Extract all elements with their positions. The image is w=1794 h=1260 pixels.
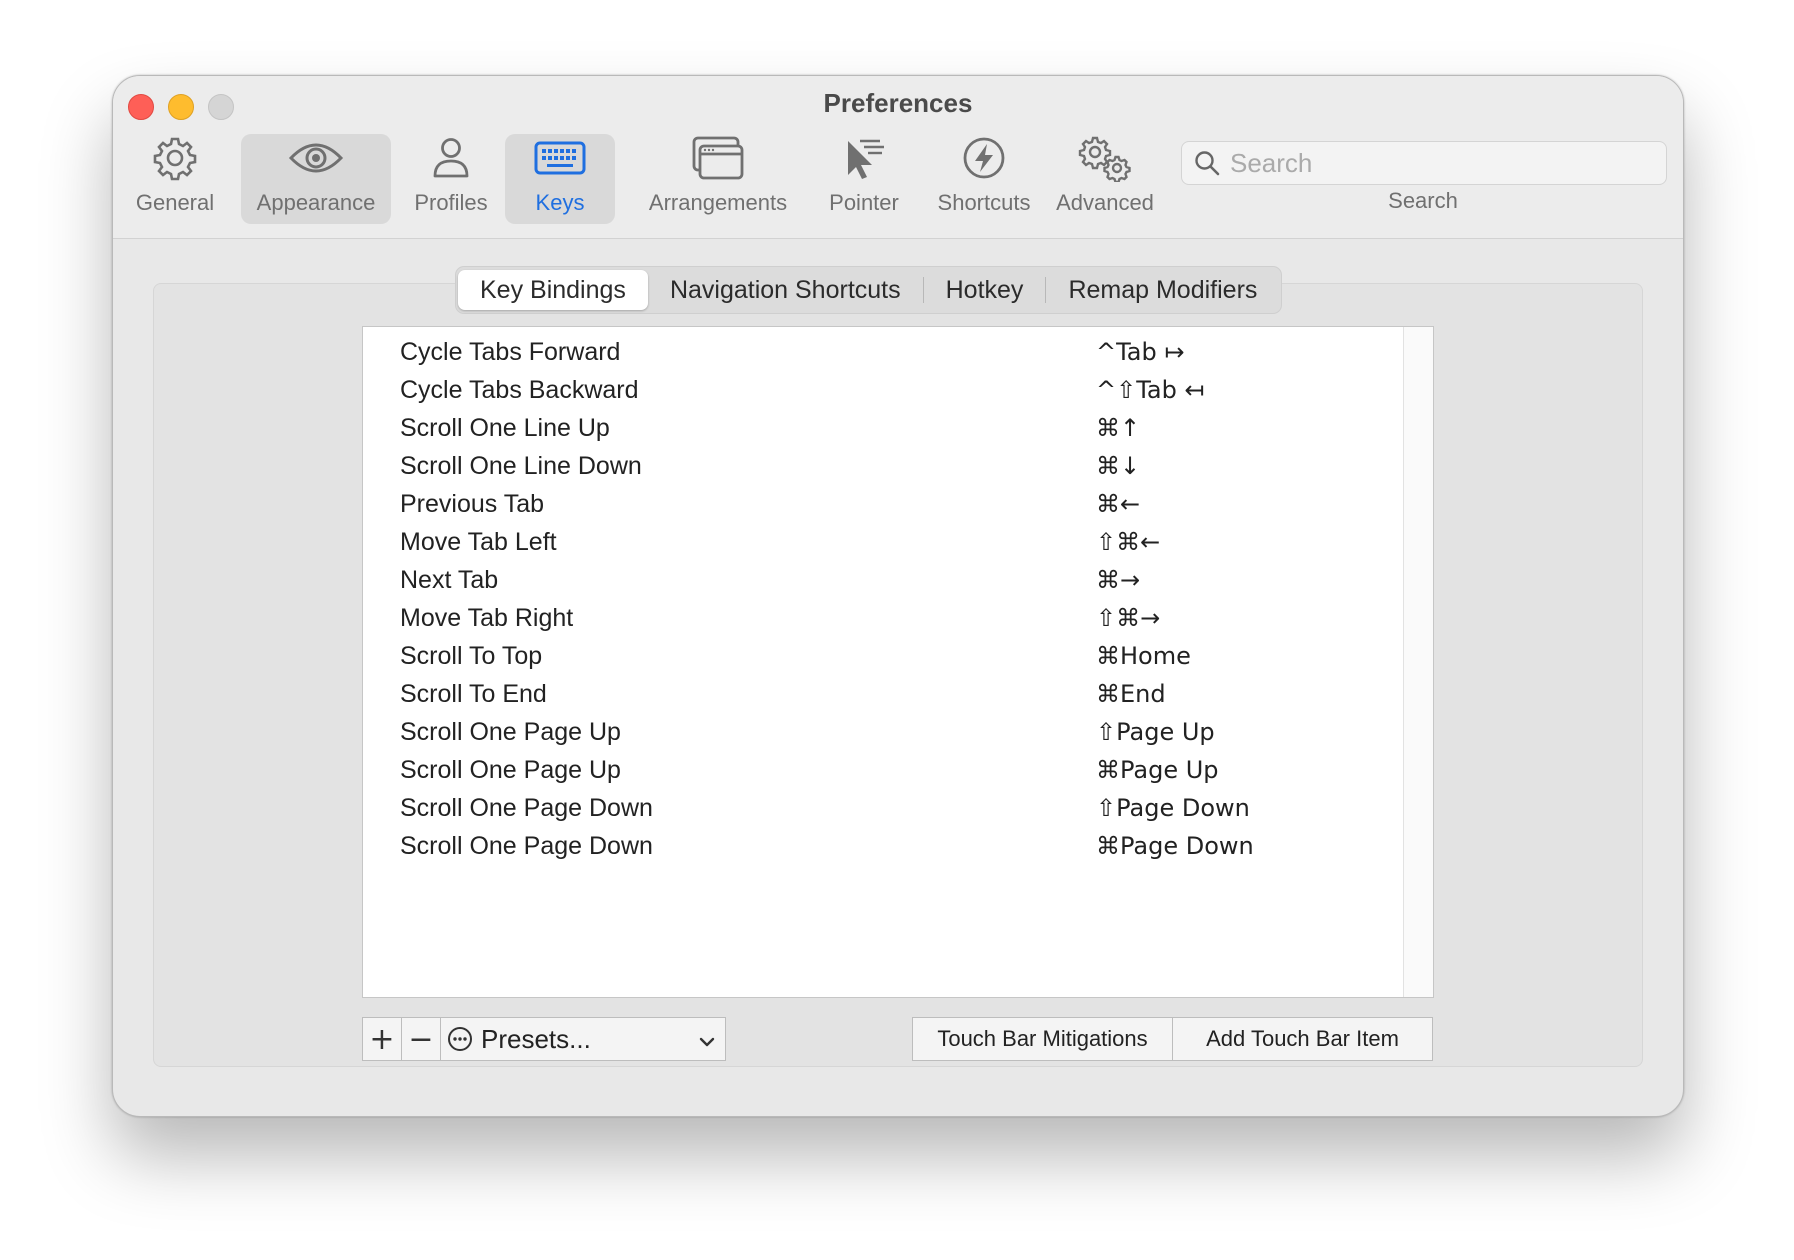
chevron-down-icon <box>697 1028 717 1059</box>
binding-keys: ⌘Page Up <box>1096 756 1219 784</box>
binding-keys: ⇧Page Up <box>1096 718 1215 746</box>
table-row[interactable]: Move Tab Left ⇧⌘← <box>363 523 1403 561</box>
toolbar-pointer-label: Pointer <box>829 190 899 215</box>
table-row[interactable]: Scroll One Page Down ⇧Page Down <box>363 789 1403 827</box>
binding-controls: + − Presets... <box>362 1017 726 1061</box>
remove-binding-button[interactable]: − <box>402 1018 441 1060</box>
binding-keys: ⇧⌘→ <box>1096 604 1161 632</box>
toolbar-profiles[interactable]: Profiles <box>407 134 495 224</box>
binding-action: Previous Tab <box>400 489 545 518</box>
window-title: Preferences <box>823 88 973 118</box>
add-touch-bar-item-button[interactable]: Add Touch Bar Item <box>1173 1018 1432 1060</box>
table-row[interactable]: Scroll To End ⌘End <box>363 675 1403 713</box>
toolbar-keys[interactable]: Keys <box>505 134 615 224</box>
table-row[interactable]: Scroll One Page Up ⇧Page Up <box>363 713 1403 751</box>
eye-icon <box>288 134 344 182</box>
binding-keys: ^⇧Tab ↤ <box>1096 376 1205 404</box>
pointer-icon <box>840 134 888 182</box>
toolbar-shortcuts-label: Shortcuts <box>937 190 1031 215</box>
binding-keys: ⌘← <box>1096 490 1141 518</box>
binding-keys: ^Tab ↦ <box>1096 338 1185 366</box>
binding-action: Scroll One Page Down <box>400 831 653 860</box>
tab-hotkey[interactable]: Hotkey <box>924 270 1046 310</box>
binding-keys: ⇧Page Down <box>1096 794 1250 822</box>
lightning-icon <box>962 134 1006 182</box>
table-row[interactable]: Scroll One Page Up ⌘Page Up <box>363 751 1403 789</box>
keyboard-icon <box>534 134 586 182</box>
binding-keys: ⌘↓ <box>1096 452 1141 480</box>
toolbar-keys-label: Keys <box>535 190 585 215</box>
tab-bar: Key Bindings Navigation Shortcuts Hotkey… <box>455 266 1283 314</box>
binding-action: Scroll One Page Up <box>400 717 621 746</box>
table-row[interactable]: Next Tab ⌘→ <box>363 561 1403 599</box>
tab-navigation-shortcuts[interactable]: Navigation Shortcuts <box>648 270 923 310</box>
table-scrollbar[interactable] <box>1403 327 1433 997</box>
toolbar-arrangements-label: Arrangements <box>648 190 788 215</box>
tab-remap-modifiers[interactable]: Remap Modifiers <box>1046 270 1279 310</box>
table-row[interactable]: Cycle Tabs Forward ^Tab ↦ <box>363 333 1403 371</box>
search-field[interactable] <box>1181 141 1667 185</box>
binding-action: Scroll One Page Down <box>400 793 653 822</box>
key-bindings-list: Cycle Tabs Forward ^Tab ↦ Cycle Tabs Back… <box>363 327 1403 997</box>
search-caption: Search <box>1388 188 1458 213</box>
title-bar: Preferences General Appearance Profiles … <box>113 76 1683 239</box>
binding-keys: ⌘Page Down <box>1096 832 1254 860</box>
binding-keys: ⇧⌘← <box>1096 528 1161 556</box>
toolbar-general-label: General <box>135 190 215 215</box>
gear-icon <box>152 134 198 182</box>
toolbar-appearance-label: Appearance <box>256 190 376 215</box>
binding-action: Scroll One Line Down <box>400 451 642 480</box>
binding-action: Cycle Tabs Backward <box>400 375 639 404</box>
toolbar-advanced[interactable]: Advanced <box>1045 134 1165 224</box>
table-row[interactable]: Scroll One Line Up ⌘↑ <box>363 409 1403 447</box>
binding-keys: ⌘↑ <box>1096 414 1141 442</box>
search-input[interactable] <box>1228 146 1632 180</box>
binding-action: Scroll One Page Up <box>400 755 621 784</box>
search-icon <box>1194 150 1220 176</box>
toolbar-appearance[interactable]: Appearance <box>241 134 391 224</box>
presets-label: Presets... <box>481 1023 591 1054</box>
binding-action: Scroll To Top <box>400 641 543 670</box>
binding-action: Move Tab Left <box>400 527 557 556</box>
binding-keys: ⌘→ <box>1096 566 1141 594</box>
binding-action: Move Tab Right <box>400 603 574 632</box>
person-icon <box>431 134 471 182</box>
touch-bar-controls: Touch Bar Mitigations Add Touch Bar Item <box>912 1017 1433 1061</box>
table-row[interactable]: Scroll One Page Down ⌘Page Down <box>363 827 1403 865</box>
binding-action: Scroll One Line Up <box>400 413 610 442</box>
table-row[interactable]: Move Tab Right ⇧⌘→ <box>363 599 1403 637</box>
toolbar-pointer[interactable]: Pointer <box>811 134 917 224</box>
binding-keys: ⌘End <box>1096 680 1166 708</box>
toolbar-advanced-label: Advanced <box>1056 190 1154 215</box>
key-bindings-table: Cycle Tabs Forward ^Tab ↦ Cycle Tabs Back… <box>362 326 1434 998</box>
touch-bar-mitigations-button[interactable]: Touch Bar Mitigations <box>913 1018 1173 1060</box>
windows-icon <box>692 134 744 182</box>
binding-action: Cycle Tabs Forward <box>400 337 621 366</box>
table-row[interactable]: Cycle Tabs Backward ^⇧Tab ↤ <box>363 371 1403 409</box>
binding-action: Next Tab <box>400 565 499 594</box>
tab-key-bindings[interactable]: Key Bindings <box>458 270 648 310</box>
binding-action: Scroll To End <box>400 679 547 708</box>
binding-keys: ⌘Home <box>1096 642 1191 670</box>
ellipsis-circle-icon <box>447 1026 473 1052</box>
preferences-window: Preferences General Appearance Profiles … <box>112 75 1684 1117</box>
toolbar-profiles-label: Profiles <box>414 190 488 215</box>
table-row[interactable]: Scroll To Top ⌘Home <box>363 637 1403 675</box>
toolbar-arrangements[interactable]: Arrangements <box>625 134 811 224</box>
toolbar-general[interactable]: General <box>131 134 219 224</box>
table-row[interactable]: Scroll One Line Down ⌘↓ <box>363 447 1403 485</box>
gears-icon <box>1077 134 1133 182</box>
toolbar-shortcuts[interactable]: Shortcuts <box>921 134 1047 224</box>
add-binding-button[interactable]: + <box>363 1018 402 1060</box>
presets-popup-button[interactable]: Presets... <box>441 1018 725 1060</box>
table-row[interactable]: Previous Tab ⌘← <box>363 485 1403 523</box>
